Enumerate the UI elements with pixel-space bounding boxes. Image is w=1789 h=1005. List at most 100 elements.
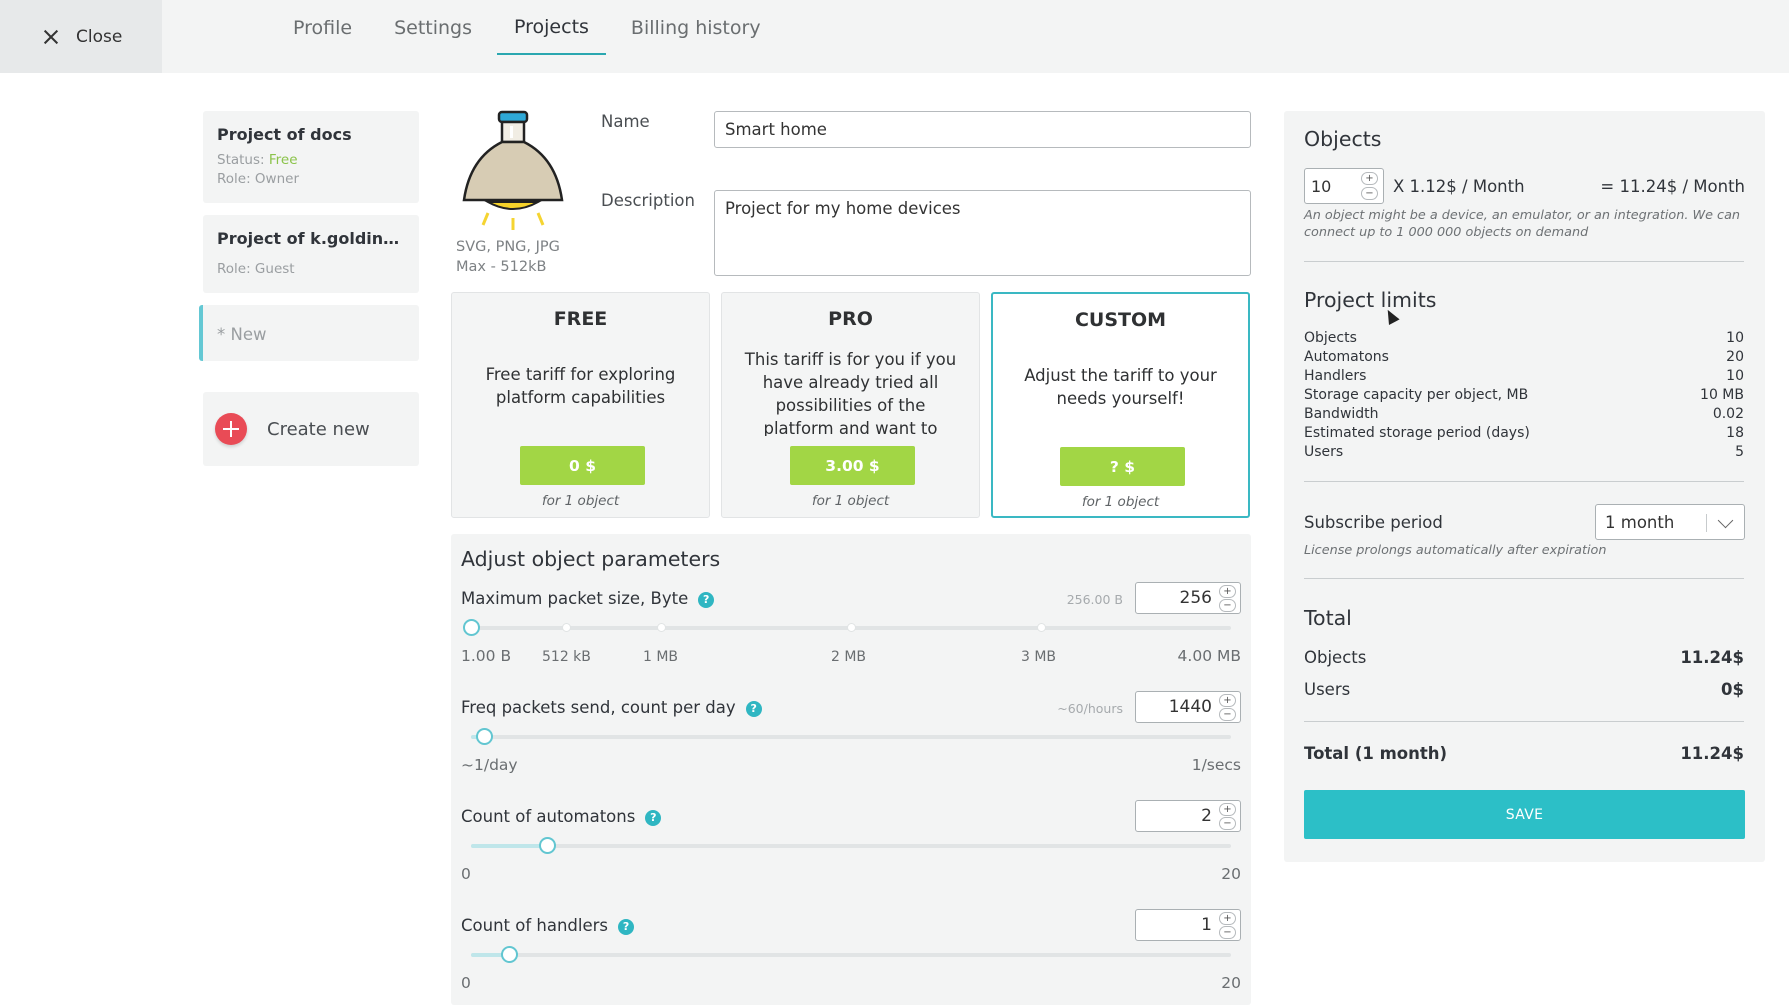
stepper-value: 1440 bbox=[1168, 697, 1212, 717]
project-meta: Role: Guest bbox=[217, 260, 405, 279]
help-icon[interactable]: ? bbox=[745, 701, 762, 717]
divider bbox=[1304, 261, 1744, 262]
param-label-text: Count of automatons bbox=[461, 807, 636, 826]
tariff-price-button[interactable]: 0 $ bbox=[520, 446, 645, 485]
tariff-price-button[interactable]: 3.00 $ bbox=[790, 446, 915, 485]
avatar-hint: SVG, PNG, JPG Max - 512kB bbox=[456, 237, 560, 277]
description-input[interactable]: Project for my home devices bbox=[714, 190, 1251, 276]
tick-label: 20 bbox=[1221, 865, 1241, 883]
save-button[interactable]: SAVE bbox=[1304, 790, 1745, 839]
project-name: Project of docs bbox=[217, 125, 352, 144]
limit-label: Automatons bbox=[1304, 349, 1389, 365]
slider-tick bbox=[657, 623, 666, 632]
objects-title: Objects bbox=[1304, 127, 1382, 151]
lamp-icon[interactable] bbox=[458, 110, 568, 240]
project-card-goldinova[interactable]: Project of k.goldinova... Role: Guest bbox=[203, 215, 419, 293]
create-new-button[interactable]: Create new bbox=[203, 392, 419, 466]
stepper-value: 256 bbox=[1179, 588, 1212, 608]
tab-billing-history[interactable]: Billing history bbox=[614, 0, 778, 55]
param-label: Count of automatons? bbox=[461, 807, 662, 826]
tariff-card-free[interactable]: FREE Free tariff for exploring platform … bbox=[451, 292, 710, 518]
top-bar: Close Profile Settings Projects Billing … bbox=[0, 0, 1789, 73]
limit-label: Handlers bbox=[1304, 368, 1367, 384]
help-icon[interactable]: ? bbox=[618, 919, 635, 935]
slider-handle[interactable] bbox=[501, 946, 518, 963]
new-project-label: * New bbox=[217, 325, 267, 344]
name-label: Name bbox=[601, 112, 650, 131]
param-label-text: Freq packets send, count per day bbox=[461, 698, 736, 717]
help-icon[interactable]: ? bbox=[645, 810, 662, 826]
plus-icon bbox=[215, 413, 247, 445]
objects-stepper[interactable]: 10 + − bbox=[1304, 168, 1384, 204]
tab-settings[interactable]: Settings bbox=[377, 0, 489, 55]
name-input[interactable]: Smart home bbox=[714, 111, 1251, 148]
limit-value: 5 bbox=[1735, 444, 1744, 460]
help-icon[interactable]: ? bbox=[698, 592, 715, 608]
close-button[interactable]: Close bbox=[0, 0, 162, 73]
frequency-stepper[interactable]: 1440 + − bbox=[1135, 691, 1241, 723]
tariff-card-pro[interactable]: PRO This tariff is for you if you have a… bbox=[721, 292, 980, 518]
tariff-unit: for 1 object bbox=[1081, 494, 1160, 510]
decrement-button[interactable]: − bbox=[1219, 926, 1236, 939]
decrement-button[interactable]: − bbox=[1219, 599, 1236, 612]
limit-row: Objects 10 bbox=[1304, 329, 1744, 348]
handlers-stepper[interactable]: 1 + − bbox=[1135, 909, 1241, 941]
limit-value: 20 bbox=[1726, 349, 1744, 365]
tick-label: 1.00 B bbox=[461, 647, 512, 665]
summary-panel: Objects 10 + − X 1.12$ / Month = 11.24$ … bbox=[1284, 111, 1765, 862]
limit-row: Handlers 10 bbox=[1304, 367, 1744, 386]
select-separator bbox=[1706, 514, 1707, 532]
slider-tick bbox=[562, 623, 571, 632]
status-value: Free bbox=[268, 152, 298, 168]
slider-tick bbox=[847, 623, 856, 632]
limits-table: Objects 10 Automatons 20 Handlers 10 Storag… bbox=[1304, 329, 1744, 462]
decrement-button[interactable]: − bbox=[1361, 187, 1378, 200]
close-icon bbox=[40, 26, 62, 48]
increment-button[interactable]: + bbox=[1219, 585, 1236, 598]
param-label: Maximum packet size, Byte? bbox=[461, 589, 715, 608]
increment-button[interactable]: + bbox=[1219, 803, 1236, 816]
slider-tick bbox=[1037, 623, 1046, 632]
tariff-card-custom[interactable]: CUSTOM Adjust the tariff to your needs y… bbox=[991, 292, 1250, 518]
tab-projects[interactable]: Projects bbox=[497, 0, 606, 55]
packet-size-slider[interactable] bbox=[463, 619, 1231, 636]
decrement-button[interactable]: − bbox=[1219, 817, 1236, 830]
limit-label: Users bbox=[1304, 444, 1344, 460]
divider bbox=[1304, 721, 1744, 722]
packet-size-stepper[interactable]: 256 + − bbox=[1135, 582, 1241, 614]
project-meta: Status: Free Role: Owner bbox=[217, 151, 405, 189]
decrement-button[interactable]: − bbox=[1219, 708, 1236, 721]
select-value: 1 month bbox=[1605, 513, 1675, 532]
total-title: Total bbox=[1304, 606, 1352, 630]
param-label-text: Maximum packet size, Byte bbox=[461, 589, 689, 608]
limit-row: Automatons 20 bbox=[1304, 348, 1744, 367]
limit-label: Bandwidth bbox=[1304, 406, 1379, 422]
divider bbox=[1304, 481, 1744, 482]
increment-button[interactable]: + bbox=[1361, 172, 1378, 185]
project-card-docs[interactable]: Project of docs Status: Free Role: Owner bbox=[203, 111, 419, 203]
param-label: Freq packets send, count per day? bbox=[461, 698, 762, 717]
divider bbox=[1304, 578, 1744, 579]
increment-button[interactable]: + bbox=[1219, 694, 1236, 707]
limit-value: 10 bbox=[1726, 330, 1744, 346]
total-row-value: 11.24$ bbox=[1680, 648, 1744, 667]
slider-handle[interactable] bbox=[476, 728, 493, 745]
frequency-slider[interactable] bbox=[471, 728, 1231, 745]
tick-label: 1 MB bbox=[643, 649, 679, 665]
handlers-slider[interactable] bbox=[471, 946, 1231, 963]
tariff-price-button[interactable]: ? $ bbox=[1060, 447, 1185, 486]
limit-value: 0.02 bbox=[1712, 406, 1744, 422]
tick-label: 512 kB bbox=[542, 649, 591, 665]
increment-button[interactable]: + bbox=[1219, 912, 1236, 925]
project-card-new[interactable]: * New bbox=[199, 305, 419, 361]
automatons-stepper[interactable]: 2 + − bbox=[1135, 800, 1241, 832]
adjust-panel: Adjust object parameters Maximum packet … bbox=[451, 534, 1251, 1005]
slider-handle[interactable] bbox=[539, 837, 556, 854]
avatar-formats: SVG, PNG, JPG bbox=[456, 239, 560, 255]
param-frequency: Freq packets send, count per day? ~60/ho… bbox=[461, 691, 1241, 778]
subscribe-note: License prolongs automatically after exp… bbox=[1304, 543, 1607, 558]
slider-handle[interactable] bbox=[463, 619, 480, 636]
tab-profile[interactable]: Profile bbox=[276, 0, 369, 55]
subscribe-period-select[interactable]: 1 month bbox=[1595, 504, 1745, 540]
automatons-slider[interactable] bbox=[471, 837, 1231, 854]
